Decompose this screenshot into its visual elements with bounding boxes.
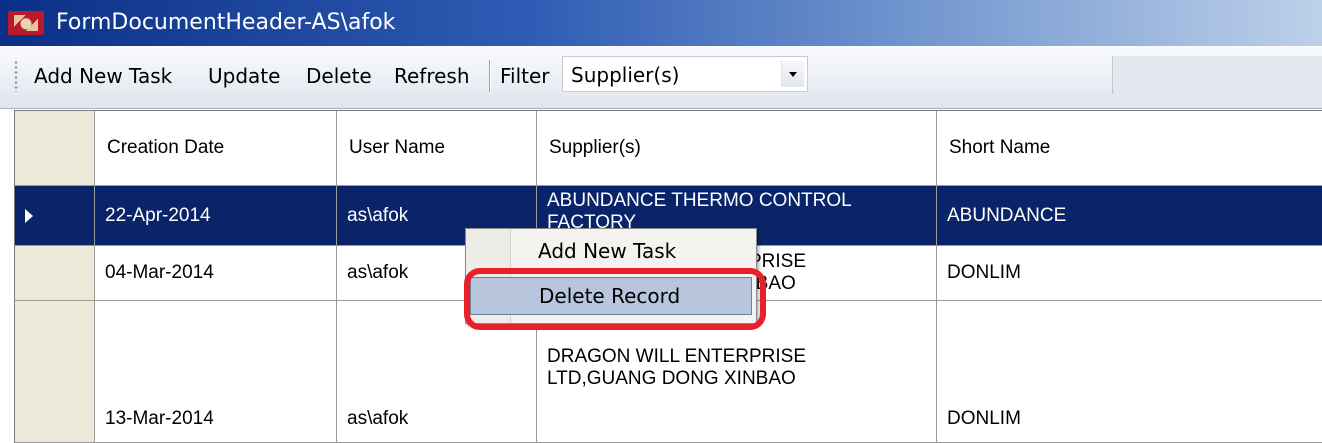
title-bar: FormDocumentHeader-AS\afok [0, 0, 1322, 46]
cell-creation-date[interactable]: 04-Mar-2014 [95, 246, 337, 301]
filter-label: Filter [500, 64, 550, 88]
row-header-corner[interactable] [15, 111, 95, 185]
delete-button[interactable]: Delete [306, 60, 372, 92]
filter-value: Supplier(s) [571, 63, 680, 87]
cell-creation-date[interactable]: 22-Apr-2014 [95, 186, 337, 246]
cell-short-name[interactable]: DONLIM [937, 301, 1322, 443]
window-title: FormDocumentHeader-AS\afok [56, 10, 396, 35]
filter-combobox[interactable]: Supplier(s) [562, 56, 808, 92]
refresh-button[interactable]: Refresh [394, 60, 470, 92]
context-menu: Add New Task Delete Record [465, 228, 757, 324]
current-row-arrow-icon [25, 208, 33, 223]
context-menu-add-new-task[interactable]: Add New Task [470, 233, 752, 271]
grid-header-row: Creation Date User Name Supplier(s) Shor… [15, 111, 1322, 186]
row-header[interactable] [15, 246, 95, 301]
cell-short-name[interactable]: ABUNDANCE [937, 186, 1322, 246]
chevron-down-icon[interactable] [781, 61, 804, 87]
column-header-user-name[interactable]: User Name [337, 111, 537, 185]
cell-creation-date[interactable]: 13-Mar-2014 [95, 301, 337, 443]
column-header-short-name[interactable]: Short Name [937, 111, 1322, 185]
toolbar-empty-area [1112, 56, 1322, 94]
toolbar: Add New Task Update Delete Refresh Filte… [0, 46, 1322, 109]
add-new-task-button[interactable]: Add New Task [34, 60, 172, 92]
row-header[interactable] [15, 186, 95, 246]
toolbar-separator [489, 60, 490, 92]
app-form-icon[interactable] [8, 11, 44, 35]
update-button[interactable]: Update [208, 60, 280, 92]
cell-short-name[interactable]: DONLIM [937, 246, 1322, 301]
context-menu-delete-record[interactable]: Delete Record [470, 277, 752, 315]
toolbar-grip-icon[interactable] [14, 60, 18, 92]
supplier-text: DRAGON WILL ENTERPRISE LTD,GUANG DONG XI… [547, 345, 807, 389]
column-header-suppliers[interactable]: Supplier(s) [537, 111, 937, 185]
supplier-text: ABUNDANCE THERMO CONTROL FACTORY [547, 190, 852, 233]
column-header-creation-date[interactable]: Creation Date [95, 111, 337, 185]
row-header[interactable] [15, 301, 95, 443]
